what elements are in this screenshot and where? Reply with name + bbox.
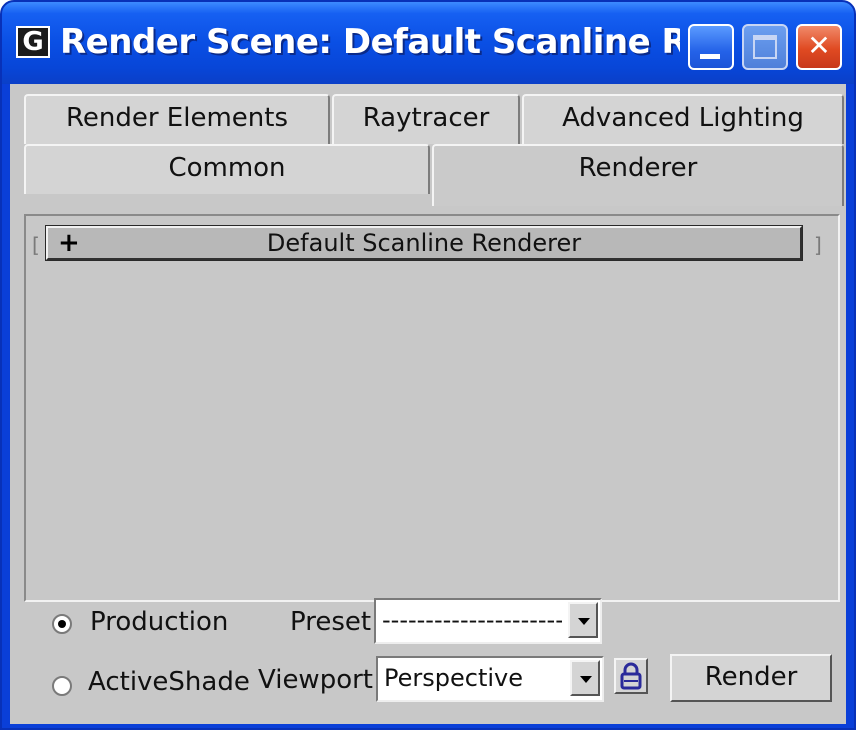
render-scene-window: G Render Scene: Default Scanline Rende..… <box>0 0 856 730</box>
maximize-button[interactable] <box>742 24 788 70</box>
viewport-label: Viewport: <box>258 665 382 695</box>
maximize-icon <box>753 35 777 59</box>
minimize-icon <box>700 54 720 59</box>
minimize-button[interactable] <box>688 24 734 70</box>
production-label: Production <box>90 607 229 637</box>
lock-icon <box>620 662 642 690</box>
title-bar[interactable]: G Render Scene: Default Scanline Rende..… <box>2 2 854 84</box>
chevron-down-icon[interactable] <box>568 602 598 638</box>
window-title: Render Scene: Default Scanline Rende... <box>60 22 680 62</box>
production-radio[interactable] <box>52 614 72 634</box>
close-button[interactable]: ✕ <box>796 24 842 70</box>
dialog-client-area: Render Elements Raytracer Advanced Light… <box>10 84 846 724</box>
tab-renderer[interactable]: Renderer <box>432 144 844 206</box>
tab-render-elements[interactable]: Render Elements <box>24 94 330 144</box>
preset-value: ------------------------- <box>382 606 562 634</box>
tab-advanced-lighting[interactable]: Advanced Lighting <box>522 94 844 144</box>
rollout-right-bracket: ] <box>814 233 822 257</box>
expand-plus-icon[interactable]: + <box>58 228 80 258</box>
close-icon: ✕ <box>807 29 831 62</box>
rollout-default-scanline-renderer[interactable]: Default Scanline Renderer + <box>45 225 803 261</box>
render-button[interactable]: Render <box>670 654 832 702</box>
lock-view-button[interactable] <box>614 658 648 694</box>
viewport-dropdown[interactable]: Perspective <box>376 656 604 702</box>
3dsmax-icon[interactable]: G <box>16 26 50 58</box>
tab-common[interactable]: Common <box>24 144 430 194</box>
rollout-title: Default Scanline Renderer <box>266 229 582 257</box>
renderer-panel <box>24 214 840 602</box>
activeshade-radio[interactable] <box>52 676 72 696</box>
chevron-down-icon[interactable] <box>570 660 600 696</box>
rollout-left-bracket: [ <box>32 233 40 257</box>
preset-dropdown[interactable]: ------------------------- <box>374 598 602 644</box>
tab-raytracer[interactable]: Raytracer <box>332 94 520 144</box>
preset-label: Preset: <box>290 607 380 637</box>
activeshade-label: ActiveShade <box>88 667 250 697</box>
viewport-value: Perspective <box>384 664 523 692</box>
